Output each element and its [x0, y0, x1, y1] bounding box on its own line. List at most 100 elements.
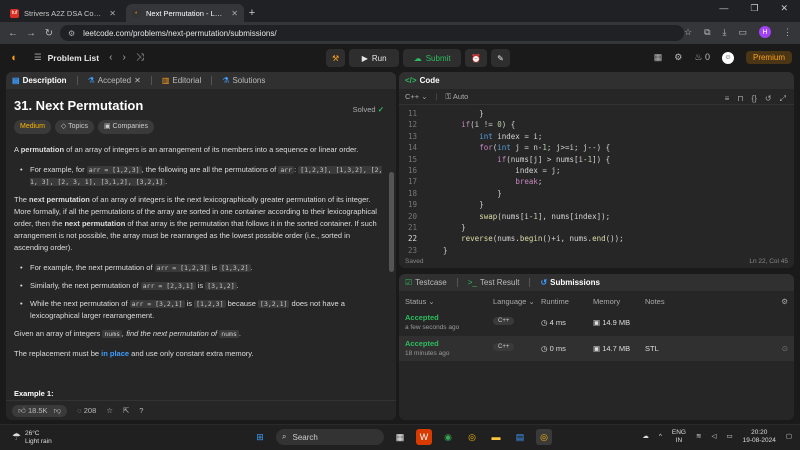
status-accepted[interactable]: Accepted [405, 313, 439, 322]
office-icon[interactable]: W [416, 429, 432, 445]
settings-gear-icon[interactable]: ⚙ [674, 52, 682, 63]
download-icon[interactable]: ⤓ [723, 27, 727, 38]
file-explorer-icon[interactable]: ▬ [488, 429, 504, 445]
profile-avatar[interactable]: H [759, 26, 771, 38]
edge-icon[interactable]: ◉ [440, 429, 456, 445]
code-line[interactable]: 13 int index = i; [399, 131, 794, 142]
code-line[interactable]: 12 if(i != 0) { [399, 119, 794, 130]
share-icon[interactable]: ⇱ [123, 406, 129, 415]
notifications-icon[interactable]: ▢ [786, 433, 792, 441]
hidden-icons-chevron[interactable]: ^ [659, 433, 662, 441]
code-line[interactable]: 11 } [399, 108, 794, 119]
user-avatar[interactable]: ☺ [721, 51, 734, 64]
sidebar-icon[interactable]: ▭ [738, 27, 747, 38]
code-line[interactable]: 20 swap(nums[i-1], nums[index]); [399, 211, 794, 222]
code-line[interactable]: 16 index = j; [399, 165, 794, 176]
in-place-link[interactable]: in place [101, 349, 129, 358]
weather-widget[interactable]: ☂ 26°C Light rain [12, 430, 52, 446]
chrome-icon[interactable]: ◎ [464, 429, 480, 445]
description-scrollbar[interactable] [389, 172, 394, 272]
tab-testcase[interactable]: ☑ Testcase [405, 278, 447, 287]
reload-icon[interactable]: ↻ [40, 28, 58, 39]
new-tab-button[interactable]: + [244, 4, 260, 22]
prev-problem-icon[interactable]: ‹ [109, 52, 112, 63]
battery-icon[interactable]: ▭ [726, 433, 732, 441]
code-line[interactable]: 15 if(nums[j] > nums[i-1]) { [399, 154, 794, 165]
tab-description[interactable]: ▤ Description [12, 76, 67, 85]
submit-button[interactable]: ☁ Submit [403, 49, 462, 67]
code-line[interactable]: 22 reverse(nums.begin()+i, nums.end()); [399, 233, 794, 244]
browser-tab-strivers[interactable]: tuf Strivers A2Z DSA Course/Sheet ✕ [4, 4, 122, 22]
next-problem-icon[interactable]: › [122, 52, 125, 63]
chrome-profile-icon[interactable]: ◎ [536, 429, 552, 445]
code-line[interactable]: 14 for(int j = n-1; j>=i; j--) { [399, 142, 794, 153]
format-icon[interactable]: ≡ [725, 94, 730, 104]
extensions-icon[interactable]: ⧉ [704, 27, 710, 38]
edit-note-icon[interactable]: ⊙ [782, 344, 788, 353]
code-line[interactable]: 18 } [399, 188, 794, 199]
browser-tab-leetcode[interactable]: ◐ Next Permutation - LeetCode ✕ [126, 4, 244, 22]
tab-editorial[interactable]: ▥ Editorial [162, 76, 201, 85]
code-line[interactable]: 19 } [399, 199, 794, 210]
close-tab-icon[interactable]: ✕ [134, 76, 141, 85]
streak-counter[interactable]: ♨ 0 [694, 52, 710, 63]
comments-button[interactable]: ◌ 208 [77, 406, 96, 415]
table-row[interactable]: Accepted a few seconds ago C++ ◷ 4 ms ▣ … [399, 310, 794, 335]
close-window-icon[interactable]: ✕ [780, 3, 788, 14]
favorite-star-icon[interactable]: ☆ [106, 406, 113, 415]
notes-cell[interactable]: STL [645, 344, 659, 353]
status-column[interactable]: Status ⌄ [405, 297, 435, 306]
status-accepted[interactable]: Accepted [405, 339, 439, 348]
thumbs-down-icon[interactable]: 👎︎ [54, 406, 62, 416]
like-button[interactable]: 👍︎ 18.5K [18, 406, 48, 416]
code-line[interactable]: 17 break; [399, 176, 794, 187]
reset-icon[interactable]: ↺ [765, 94, 772, 104]
run-button[interactable]: ▶ Run [349, 49, 400, 67]
tab-code[interactable]: </> Code [405, 76, 440, 85]
address-bar[interactable]: ⚙ leetcode.com/problems/next-permutation… [60, 25, 684, 41]
fullscreen-icon[interactable]: ⤢ [780, 94, 786, 104]
menu-dots-icon[interactable]: ⋮ [783, 27, 792, 38]
close-tab-icon[interactable]: ✕ [109, 9, 116, 18]
store-icon[interactable]: ▤ [512, 429, 528, 445]
windows-start-icon[interactable]: ⊞ [252, 429, 268, 445]
bookmark-icon[interactable]: ⊓ [737, 94, 743, 104]
companies-button[interactable]: ▣ Companies [97, 120, 154, 134]
tab-accepted[interactable]: ⚗ Accepted ✕ [88, 76, 141, 85]
minimize-icon[interactable]: — [719, 3, 728, 14]
bookmark-star-icon[interactable]: ☆ [684, 27, 692, 38]
tab-submissions[interactable]: ↺ Submissions [540, 278, 600, 287]
language-select[interactable]: C++ ⌄ [405, 92, 428, 101]
close-tab-icon[interactable]: ✕ [231, 9, 238, 18]
braces-icon[interactable]: {} [752, 94, 757, 104]
cloud-icon[interactable]: ☁ [642, 433, 649, 441]
taskbar-search[interactable]: ⌕ Search [276, 429, 384, 445]
input-language[interactable]: ENG IN [672, 429, 686, 445]
clock[interactable]: 20:20 19-08-2024 [743, 429, 776, 445]
forward-icon[interactable]: → [22, 28, 40, 39]
timer-button[interactable]: ⏰ [465, 49, 488, 67]
code-editor[interactable]: 11 } 12 if(i != 0) {13 int index = i; 14 f… [399, 108, 794, 256]
site-info-icon[interactable]: ⚙ [68, 29, 75, 38]
topics-button[interactable]: ◇ Topics [54, 120, 94, 134]
task-view-icon[interactable]: ▦ [392, 429, 408, 445]
tab-solutions[interactable]: ⚗ Solutions [222, 76, 265, 85]
premium-button[interactable]: Premium [745, 51, 792, 64]
language-column[interactable]: Language ⌄ [493, 297, 535, 306]
shuffle-icon[interactable]: ⤨ [136, 52, 144, 63]
problem-list-link[interactable]: Problem List [48, 53, 99, 63]
layout-icon[interactable]: ▦ [654, 52, 663, 63]
settings-gear-icon[interactable]: ⚙ [781, 297, 788, 306]
debug-button[interactable]: ⚒ [326, 49, 346, 67]
notes-button[interactable]: ✎ [491, 49, 510, 67]
leetcode-logo-icon[interactable]: ◖ [10, 52, 22, 64]
table-row[interactable]: Accepted 18 minutes ago C++ ◷ 0 ms ▣ 14.… [399, 336, 794, 361]
maximize-icon[interactable]: ❐ [750, 3, 758, 14]
tab-test-result[interactable]: >_ Test Result [468, 278, 520, 287]
volume-icon[interactable]: ◁ [711, 433, 716, 441]
help-icon[interactable]: ? [139, 406, 143, 415]
difficulty-badge[interactable]: Medium [14, 120, 51, 134]
code-line[interactable]: 21 } [399, 222, 794, 233]
autocomplete-toggle[interactable]: ⚿ Auto [446, 92, 469, 102]
wifi-icon[interactable]: ≋ [696, 433, 701, 441]
